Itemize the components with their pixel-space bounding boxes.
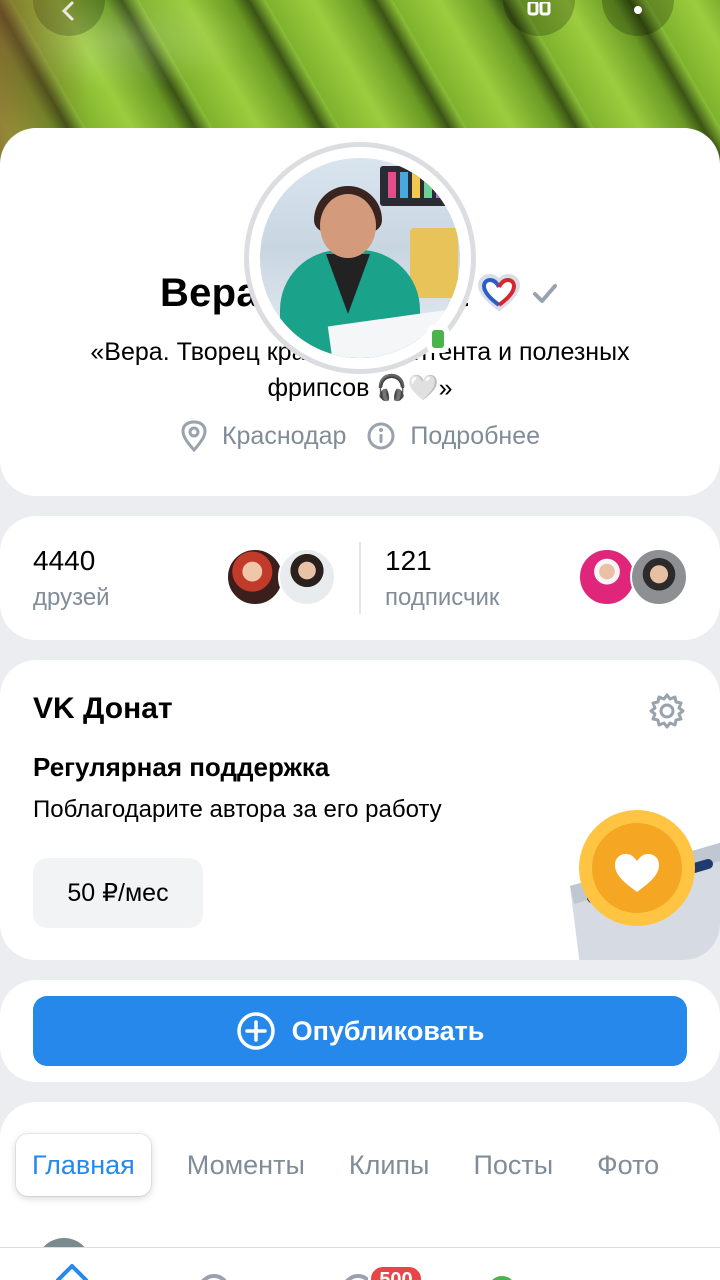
tab-clips[interactable]: Клипы [327,1134,452,1196]
friends-stat[interactable]: 4440 друзей [33,544,110,614]
friends-label: друзей [33,584,110,611]
info-icon [367,422,395,450]
donut-title: VK Донат [33,692,173,725]
friends-count: 4440 [33,545,96,576]
more-button[interactable] [602,0,674,36]
qr-button[interactable] [503,0,575,36]
profile-meta-row: Краснодар Подробнее [0,418,720,454]
details-label: Подробнее [410,421,541,450]
tab-photos[interactable]: Фото [575,1134,681,1196]
city-item: Краснодар [180,420,346,452]
city-label: Краснодар [221,421,347,450]
tabs-row: Главная Моменты Клипы Посты Фото [16,1134,681,1196]
followers-stat[interactable]: 121 подписчик [385,544,499,614]
friend-avatar[interactable] [278,548,336,606]
profile-page: Вера Деменева «Вера. Творец красивого ко… [0,0,720,1280]
gear-icon[interactable] [648,692,686,730]
vk-donut-card: VK Донат Регулярная поддержка Поблагодар… [0,660,720,960]
plus-circle-icon [236,1012,275,1050]
publish-card: Опубликовать [0,980,720,1082]
mobile-online-icon [427,325,449,353]
bottom-navigation [0,1247,720,1280]
home-icon[interactable] [52,1260,92,1280]
clips-icon[interactable] [482,1272,522,1280]
publish-label: Опубликовать [291,1015,485,1046]
donut-subtitle: Регулярная поддержка [33,752,330,782]
donut-coin-illustration [570,810,720,960]
messages-badge: 500 [368,1264,424,1280]
tab-posts[interactable]: Посты [451,1134,575,1196]
follower-avatar[interactable] [630,548,688,606]
chevron-left-icon [61,1,74,21]
followers-label: подписчик [385,584,500,611]
location-pin-icon [181,420,207,452]
services-icon[interactable] [194,1272,234,1280]
stats-card: 4440 друзей 121 подписчик [0,516,720,640]
qr-code-icon [527,2,551,16]
stats-divider [359,542,361,614]
tab-main[interactable]: Главная [16,1134,151,1196]
tab-moments[interactable]: Моменты [165,1134,327,1196]
profile-card: Вера Деменева «Вера. Творец красивого ко… [0,128,720,496]
followers-count: 121 [385,545,432,576]
back-button[interactable] [33,0,105,36]
follower-avatar[interactable] [578,548,636,606]
details-link[interactable]: Подробнее [366,421,540,451]
publish-button[interactable]: Опубликовать [33,996,687,1066]
avatar-frame[interactable] [244,142,476,374]
donut-description: Поблагодарите автора за его работу [33,796,442,823]
more-vertical-icon [634,6,642,14]
friend-avatar[interactable] [226,548,284,606]
donut-price-button[interactable]: 50 ₽/мес [33,858,203,928]
heart-emoji-icon [478,274,521,312]
verified-check-icon[interactable] [530,278,560,308]
